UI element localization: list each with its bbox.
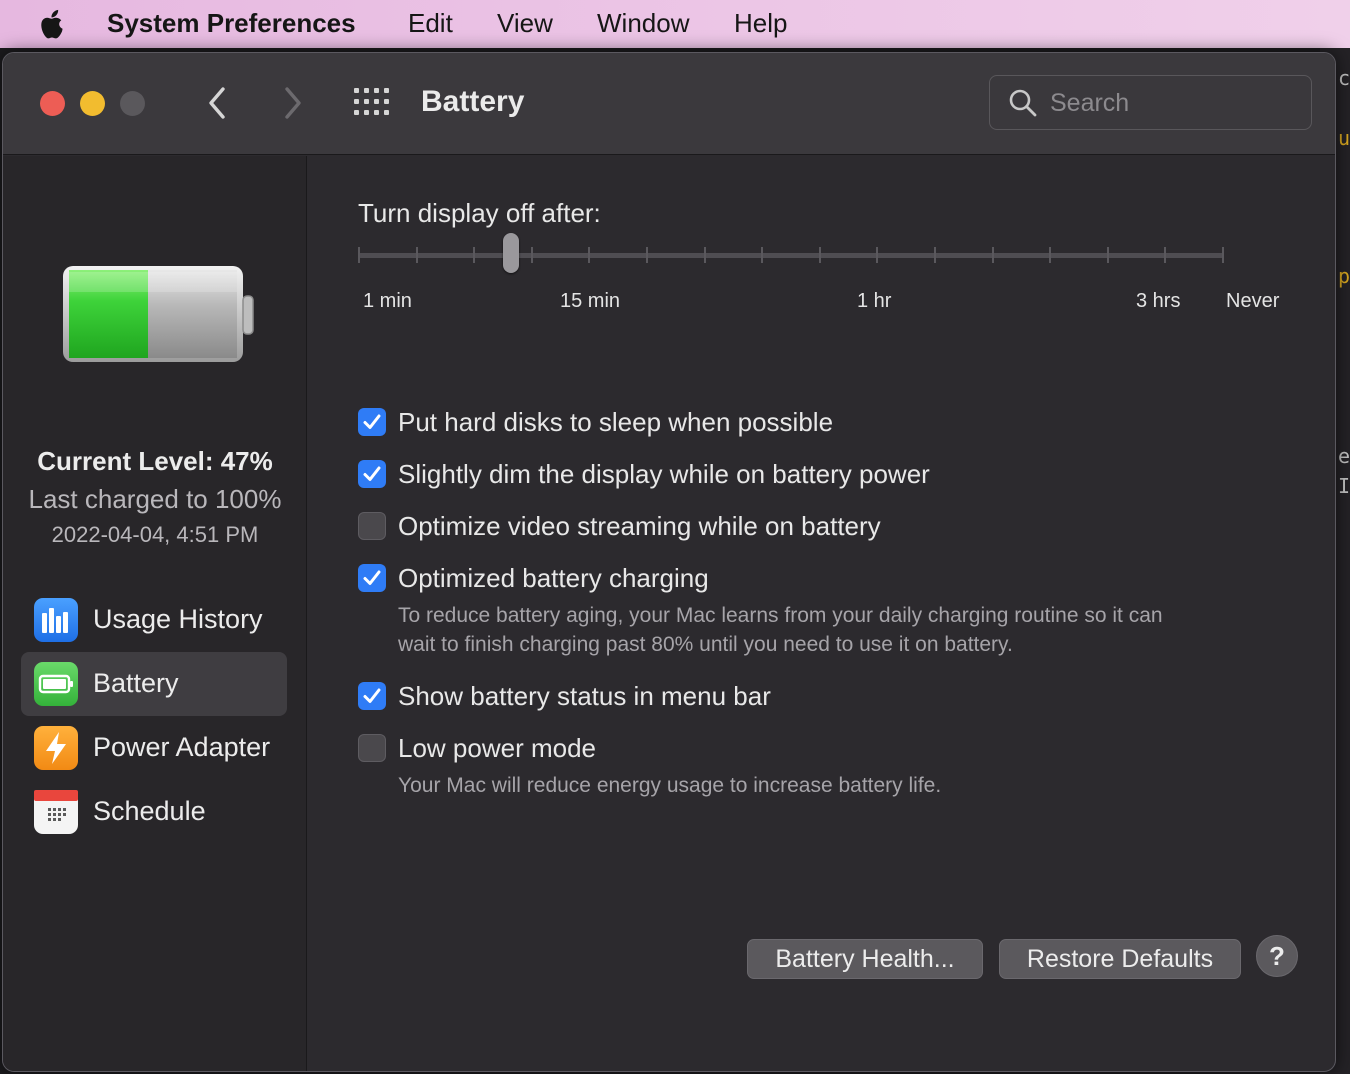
checkmark-icon xyxy=(363,466,381,481)
bar-chart-icon xyxy=(34,598,78,642)
show-all-button[interactable] xyxy=(353,87,389,117)
slider-tick xyxy=(992,247,994,263)
battery-level-icon xyxy=(63,266,254,362)
menu-bar: System Preferences Edit View Window Help xyxy=(0,0,1350,48)
preferences-window: Battery Search Current Level: 47% Last c… xyxy=(2,52,1336,1072)
window-title: Battery xyxy=(421,85,525,118)
slider-tick xyxy=(761,247,763,263)
option-label: Low power mode xyxy=(398,733,596,763)
tick-label-never: Never xyxy=(1226,290,1280,312)
sidebar: Current Level: 47% Last charged to 100% … xyxy=(3,156,307,1071)
slider-tick xyxy=(416,247,418,263)
optimize-video-checkbox[interactable] xyxy=(358,512,386,540)
search-icon xyxy=(1009,89,1037,117)
forward-button[interactable] xyxy=(275,83,311,123)
slider-tick xyxy=(646,247,648,263)
sidebar-item-label: Usage History xyxy=(93,604,263,634)
background-glyph: u xyxy=(1338,126,1350,150)
slider-tick xyxy=(531,247,533,263)
zoom-window-button[interactable] xyxy=(120,91,145,116)
description-line: To reduce battery aging, your Mac learns… xyxy=(398,604,1163,627)
background-glyph: I xyxy=(1338,474,1350,498)
battery-settings-pane: Turn display off after: 1 min 15 min 1 h… xyxy=(308,156,1335,1071)
menu-window[interactable]: Window xyxy=(597,8,689,38)
option-label: Show battery status in menu bar xyxy=(398,681,771,711)
option-label: Optimize video streaming while on batter… xyxy=(398,511,881,541)
title-bar: Battery xyxy=(3,53,1335,155)
minimize-window-button[interactable] xyxy=(80,91,105,116)
chevron-right-icon xyxy=(285,87,301,119)
tick-label-15-min: 15 min xyxy=(560,290,621,312)
checkmark-icon xyxy=(363,414,381,429)
menu-bar-status-checkbox[interactable] xyxy=(358,682,386,710)
display-off-slider[interactable] xyxy=(358,233,1224,273)
help-button[interactable]: ? xyxy=(1256,935,1298,977)
slider-tick xyxy=(1049,247,1051,263)
background-glyph: e xyxy=(1338,444,1350,468)
slider-tick xyxy=(588,247,590,263)
checkmark-icon xyxy=(363,570,381,585)
current-level-text: Current Level: 47% xyxy=(37,446,273,476)
slider-tick xyxy=(704,247,706,263)
low-power-mode-description: Your Mac will reduce energy usage to inc… xyxy=(398,771,1298,800)
optimized-charging-description: To reduce battery aging, your Mac learns… xyxy=(398,601,1298,659)
slider-thumb[interactable] xyxy=(503,233,519,273)
sidebar-item-power-adapter[interactable]: Power Adapter xyxy=(21,716,287,780)
slider-tick xyxy=(876,247,878,263)
sidebar-item-usage-history[interactable]: Usage History xyxy=(21,588,287,652)
hard-disk-sleep-checkbox[interactable] xyxy=(358,408,386,436)
sidebar-item-battery[interactable]: Battery xyxy=(21,652,287,716)
slider-tick xyxy=(1222,247,1224,263)
tick-label-3-hrs: 3 hrs xyxy=(1136,290,1181,312)
calendar-icon xyxy=(34,790,78,834)
lightning-icon xyxy=(34,726,78,770)
slider-tick xyxy=(358,247,360,263)
slider-tick xyxy=(1164,247,1166,263)
apple-logo-icon[interactable] xyxy=(38,8,68,40)
dim-display-checkbox[interactable] xyxy=(358,460,386,488)
menu-help[interactable]: Help xyxy=(734,8,787,38)
chevron-left-icon xyxy=(209,87,225,119)
option-label: Put hard disks to sleep when possible xyxy=(398,407,834,437)
optimized-charging-checkbox[interactable] xyxy=(358,564,386,592)
slider-tick xyxy=(1107,247,1109,263)
description-line: Your Mac will reduce energy usage to inc… xyxy=(398,774,942,797)
close-window-button[interactable] xyxy=(40,91,65,116)
option-label: Slightly dim the display while on batter… xyxy=(398,459,930,489)
sidebar-item-schedule[interactable]: Schedule xyxy=(21,780,287,844)
sidebar-item-label: Power Adapter xyxy=(93,732,271,762)
charged-date-text: 2022-04-04, 4:51 PM xyxy=(51,522,259,547)
sidebar-item-label: Battery xyxy=(93,668,179,698)
slider-tick xyxy=(819,247,821,263)
battery-health-button[interactable]: Battery Health... xyxy=(747,939,983,979)
checkmark-icon xyxy=(363,688,381,703)
back-button[interactable] xyxy=(199,83,235,123)
tick-label-1-min: 1 min xyxy=(363,290,412,312)
search-input[interactable] xyxy=(1050,86,1300,120)
last-charged-text: Last charged to 100% xyxy=(28,484,282,514)
restore-defaults-button[interactable]: Restore Defaults xyxy=(999,939,1241,979)
background-glyph: p xyxy=(1338,264,1350,288)
display-off-label: Turn display off after: xyxy=(358,198,601,228)
menu-app-name[interactable]: System Preferences xyxy=(107,8,356,38)
tick-label-1-hr: 1 hr xyxy=(857,290,892,312)
sidebar-item-label: Schedule xyxy=(93,796,206,826)
search-field[interactable] xyxy=(989,75,1312,130)
background-glyph: c xyxy=(1338,66,1350,90)
menu-view[interactable]: View xyxy=(497,8,553,38)
low-power-mode-checkbox[interactable] xyxy=(358,734,386,762)
battery-icon xyxy=(34,662,78,706)
menu-edit[interactable]: Edit xyxy=(408,8,453,38)
slider-tick xyxy=(934,247,936,263)
grid-icon xyxy=(354,88,389,115)
option-label: Optimized battery charging xyxy=(398,563,709,593)
slider-tick xyxy=(473,247,475,263)
description-line: wait to finish charging past 80% until y… xyxy=(398,633,1013,656)
